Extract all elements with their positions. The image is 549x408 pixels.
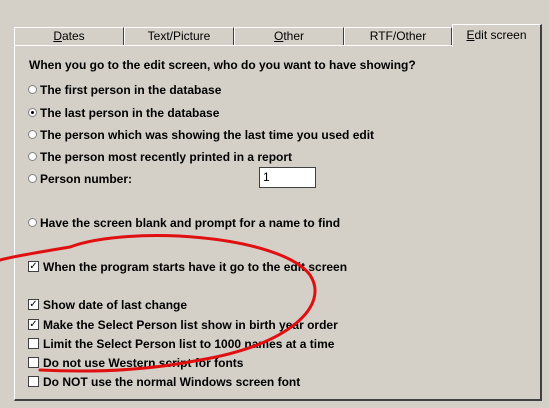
- radio-recently-printed-label: The person most recently printed in a re…: [40, 150, 293, 164]
- question-label: When you go to the edit screen, who do y…: [29, 58, 416, 72]
- radio-last-person-label: The last person in the database: [40, 106, 220, 120]
- radio-selected-icon: [28, 108, 37, 118]
- options-dialog: Dates Text/Picture Other RTF/Other Edit …: [0, 0, 549, 408]
- radio-first-person[interactable]: The first person in the database: [28, 83, 221, 97]
- checkbox-no-windows-font-label: Do NOT use the normal Windows screen fon…: [43, 375, 301, 389]
- radio-last-used-label: The person which was showing the last ti…: [40, 128, 375, 142]
- tab-edit-screen-label: Edit screen: [466, 28, 527, 42]
- radio-person-number[interactable]: Person number:: [28, 172, 132, 186]
- checkbox-empty-icon: [28, 338, 39, 350]
- radio-circle-icon: [28, 152, 37, 162]
- tab-dates-label: Dates: [53, 29, 85, 43]
- checkbox-checked-icon: ✓: [28, 319, 39, 331]
- tab-text-picture-label: Text/Picture: [147, 29, 211, 43]
- tab-edit-screen[interactable]: Edit screen: [452, 24, 542, 47]
- radio-circle-icon: [28, 174, 37, 184]
- checkbox-show-date-change-label: Show date of last change: [43, 298, 188, 312]
- checkbox-no-western-script-label: Do not use Western script for fonts: [43, 356, 244, 370]
- tab-strip: Dates Text/Picture Other RTF/Other Edit …: [14, 24, 542, 47]
- radio-blank-prompt-label: Have the screen blank and prompt for a n…: [40, 216, 341, 230]
- tab-dates[interactable]: Dates: [14, 27, 124, 46]
- checkbox-show-date-change[interactable]: ✓ Show date of last change: [28, 298, 187, 312]
- radio-person-number-label: Person number:: [40, 172, 133, 186]
- checkbox-empty-icon: [28, 357, 39, 369]
- radio-circle-icon: [28, 85, 37, 95]
- radio-circle-icon: [28, 218, 37, 228]
- checkbox-limit-1000[interactable]: Limit the Select Person list to 1000 nam…: [28, 337, 334, 351]
- checkbox-empty-icon: [28, 376, 39, 388]
- person-number-input[interactable]: 1: [259, 167, 316, 188]
- checkbox-birth-year-order-label: Make the Select Person list show in birt…: [43, 318, 338, 332]
- checkbox-limit-1000-label: Limit the Select Person list to 1000 nam…: [43, 337, 335, 351]
- checkbox-start-edit-screen[interactable]: ✓ When the program starts have it go to t…: [28, 260, 347, 274]
- tab-other-label: Other: [273, 29, 305, 43]
- radio-first-person-label: The first person in the database: [40, 83, 222, 97]
- radio-circle-icon: [28, 130, 37, 140]
- checkbox-checked-icon: ✓: [28, 261, 39, 273]
- tab-rtf-other-label: RTF/Other: [369, 29, 427, 43]
- checkbox-no-windows-font[interactable]: Do NOT use the normal Windows screen fon…: [28, 375, 300, 389]
- tab-text-picture[interactable]: Text/Picture: [124, 27, 234, 46]
- radio-last-person[interactable]: The last person in the database: [28, 106, 219, 120]
- radio-recently-printed[interactable]: The person most recently printed in a re…: [28, 150, 292, 164]
- tab-other[interactable]: Other: [234, 27, 344, 46]
- checkbox-start-edit-screen-label: When the program starts have it go to th…: [43, 260, 348, 274]
- checkbox-birth-year-order[interactable]: ✓ Make the Select Person list show in bir…: [28, 318, 338, 332]
- radio-blank-prompt[interactable]: Have the screen blank and prompt for a n…: [28, 216, 340, 230]
- checkbox-checked-icon: ✓: [28, 299, 39, 311]
- radio-last-used[interactable]: The person which was showing the last ti…: [28, 128, 374, 142]
- tab-rtf-other[interactable]: RTF/Other: [344, 27, 452, 46]
- checkbox-no-western-script[interactable]: Do not use Western script for fonts: [28, 356, 243, 370]
